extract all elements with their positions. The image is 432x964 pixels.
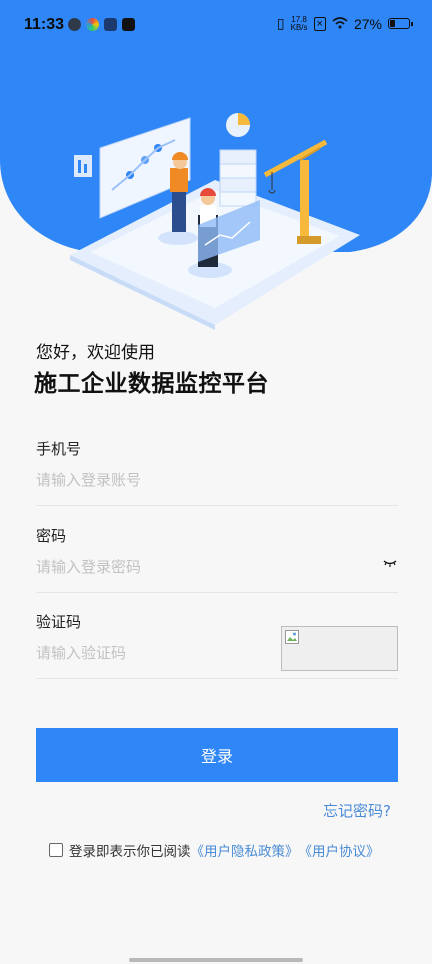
captcha-input[interactable] [36,641,266,665]
network-speed: 17.8 KB/s [290,14,308,32]
tiktok-app-icon [122,18,135,31]
privacy-policy-link[interactable]: 《用户隐私政策》 [191,840,299,860]
battery-percent: 27% [353,15,382,32]
phone-input[interactable] [36,468,266,492]
home-indicator[interactable] [129,958,303,962]
user-agreement-link[interactable]: 《用户协议》 [299,840,380,860]
phone-label: 手机号 [36,440,82,458]
message-app-icon [104,18,117,31]
password-label: 密码 [36,527,67,545]
battery-icon [388,18,413,29]
eye-closed-icon[interactable] [382,557,398,569]
status-right: ▯ 17.8 KB/s × 27% [276,14,413,32]
greeting-text: 您好，欢迎使用 [36,343,155,363]
wifi-icon [332,16,348,32]
captcha-field: 验证码 [36,611,398,679]
login-button[interactable]: 登录 [36,728,398,782]
vibrate-icon: ▯ [276,15,285,31]
phone-field: 手机号 [36,438,398,506]
agreement-row: 登录即表示你已阅读 《用户隐私政策》 《用户协议》 [49,840,380,860]
forgot-password-link[interactable]: 忘记密码? [323,800,391,821]
status-bar: 11:33 ▯ 17.8 KB/s × 27% [0,0,432,52]
signal-x-icon: × [313,16,326,31]
agreement-checkbox[interactable] [49,843,63,857]
broken-image-icon [285,630,299,644]
password-field: 密码 [36,525,398,593]
agreement-text: 登录即表示你已阅读 [69,844,191,860]
leaf-app-icon [68,18,81,31]
notification-icons [68,18,135,31]
colorful-app-icon [86,18,99,31]
captcha-label: 验证码 [36,613,82,631]
page-title: 施工企业数据监控平台 [34,371,269,397]
status-time: 11:33 [24,16,65,33]
captcha-image[interactable] [281,626,398,671]
password-input[interactable] [36,555,266,579]
